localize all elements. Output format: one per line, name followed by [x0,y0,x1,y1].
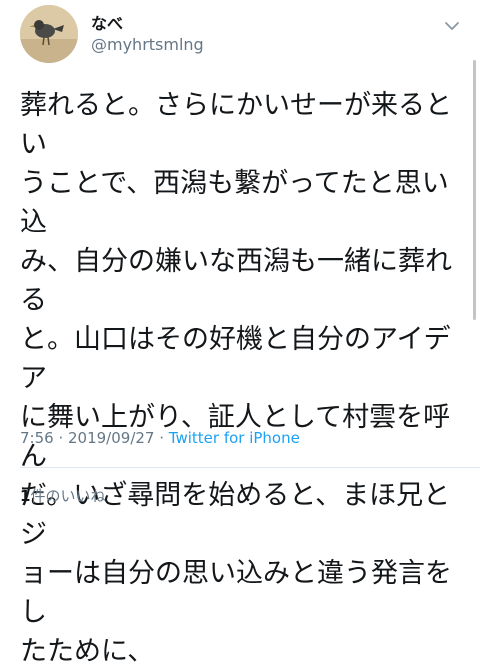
tweet-time: 7:56 [20,429,54,447]
display-name[interactable]: なべ [91,10,123,34]
meta-separator: · [154,429,169,447]
likes-count: 1 [20,487,31,505]
tweet-header: なべ @myhrtsmlng [0,0,480,80]
tweet-source-link[interactable]: Twitter for iPhone [169,429,300,447]
tweet-meta: 7:56 · 2019/09/27 · Twitter for iPhone [20,429,300,447]
tweet-date: 2019/09/27 [68,429,155,447]
chevron-down-icon[interactable] [440,14,464,38]
divider [20,467,480,468]
meta-separator: · [53,429,68,447]
bird-avatar-icon[interactable] [20,5,78,63]
avatar-image [20,5,78,63]
tweet-text: 葬れると。さらにかいせーが来るとい うことで、西潟も繋がってたと思い込 み、自分… [20,90,452,667]
likes-label: 件のいいね [30,487,106,505]
likes-link[interactable]: 1件のいいね [20,485,105,506]
user-handle[interactable]: @myhrtsmlng [91,35,204,54]
